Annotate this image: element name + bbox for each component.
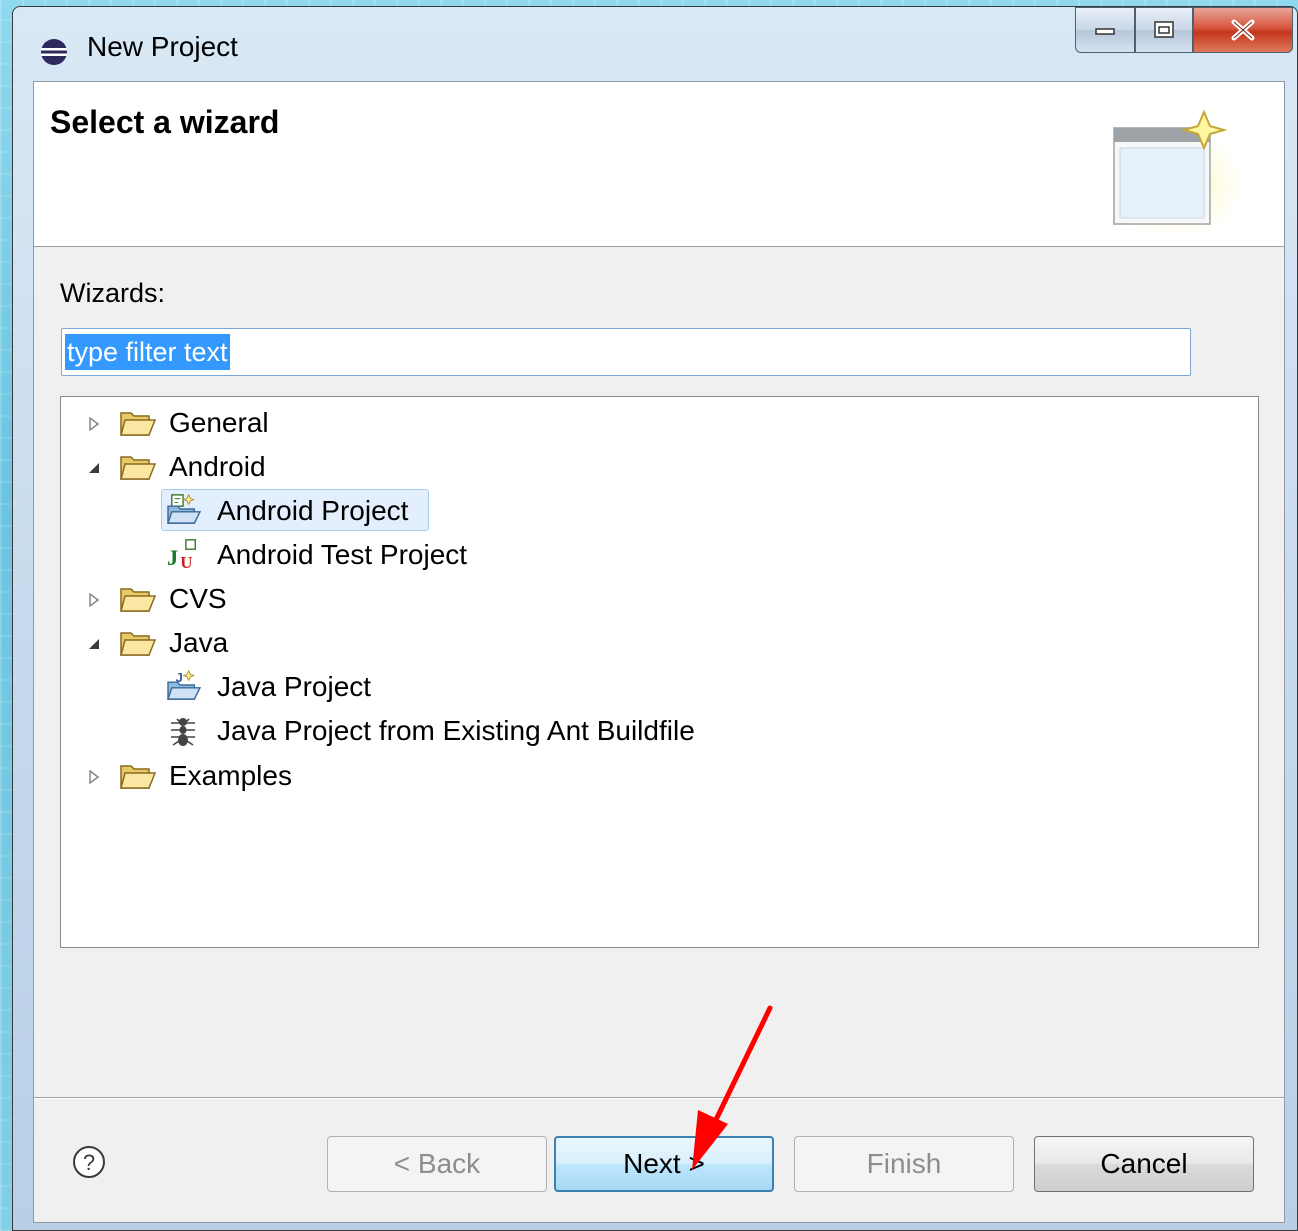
tree-item-java-project[interactable]: J Java Project <box>61 667 1258 707</box>
close-button[interactable] <box>1193 7 1293 53</box>
tree-item-label: General <box>169 407 269 438</box>
wizards-label: Wizards: <box>60 278 166 308</box>
tree-item-android-project[interactable]: Android Project <box>61 491 1258 531</box>
new-wizard-banner-icon <box>1104 109 1244 234</box>
wizard-banner: Select a wizard <box>34 82 1284 247</box>
tree-item-general[interactable]: General <box>61 403 1258 443</box>
window-title: New Project <box>87 31 238 62</box>
folder-icon <box>120 588 157 612</box>
tree-item-label: Java Project <box>217 671 372 702</box>
svg-text:J: J <box>167 545 178 569</box>
minimize-icon <box>1095 28 1115 35</box>
expand-arrow-icon[interactable] <box>87 593 101 607</box>
dialog-client-area: Select a wizard Wizards: type filter tex… <box>33 81 1285 1223</box>
tree-item-android-test-project[interactable]: JU Android Test Project <box>61 535 1258 575</box>
collapse-arrow-icon[interactable] <box>87 637 101 651</box>
tree-item-examples[interactable]: Examples <box>61 756 1258 796</box>
help-icon[interactable]: ? <box>72 1145 106 1179</box>
tree-item-label: Android <box>169 451 266 482</box>
finish-button[interactable]: Finish <box>794 1136 1014 1192</box>
folder-icon <box>120 765 157 789</box>
window-controls <box>1075 7 1293 55</box>
minimize-button[interactable] <box>1075 7 1135 53</box>
close-icon <box>1231 19 1255 41</box>
maximize-icon <box>1154 21 1174 38</box>
eclipse-icon <box>41 39 67 65</box>
help-glyph: ? <box>83 1150 95 1175</box>
android-project-icon <box>167 493 202 524</box>
folder-icon <box>120 456 157 480</box>
tree-item-label: CVS <box>169 583 227 614</box>
folder-icon <box>120 412 157 436</box>
new-project-dialog: New Project Select a wizard Wizards: typ… <box>12 6 1298 1231</box>
collapse-arrow-icon[interactable] <box>87 461 101 475</box>
ant-icon <box>171 718 195 746</box>
banner-title: Select a wizard <box>50 104 280 140</box>
expand-arrow-icon[interactable] <box>87 770 101 784</box>
java-project-icon: J <box>167 669 202 700</box>
wizard-filter-input[interactable] <box>61 328 1191 376</box>
tree-item-label: Android Project <box>217 495 409 526</box>
tree-item-label: Android Test Project <box>217 539 468 570</box>
tree-item-android[interactable]: Android <box>61 447 1258 487</box>
filter-text-selection: type filter text <box>65 334 230 370</box>
svg-text:U: U <box>180 553 192 569</box>
wizard-tree[interactable]: General Android Android Project JU Andro… <box>60 396 1259 948</box>
tree-item-label: Java <box>169 627 229 658</box>
button-bar-separator <box>34 1097 1284 1099</box>
tree-item-cvs[interactable]: CVS <box>61 579 1258 619</box>
tree-item-label: Examples <box>169 760 292 791</box>
maximize-button[interactable] <box>1135 7 1193 53</box>
back-button[interactable]: < Back <box>327 1136 547 1192</box>
next-button[interactable]: Next > <box>554 1136 774 1192</box>
cancel-button[interactable]: Cancel <box>1034 1136 1254 1192</box>
tree-item-java[interactable]: Java <box>61 623 1258 663</box>
junit-icon: JU <box>167 539 196 569</box>
tree-item-label: Java Project from Existing Ant Buildfile <box>217 715 695 746</box>
title-bar[interactable]: New Project <box>13 7 1297 83</box>
tree-item-java-project-from-ant[interactable]: Java Project from Existing Ant Buildfile <box>61 711 1258 751</box>
folder-icon <box>120 632 157 656</box>
expand-arrow-icon[interactable] <box>87 417 101 431</box>
